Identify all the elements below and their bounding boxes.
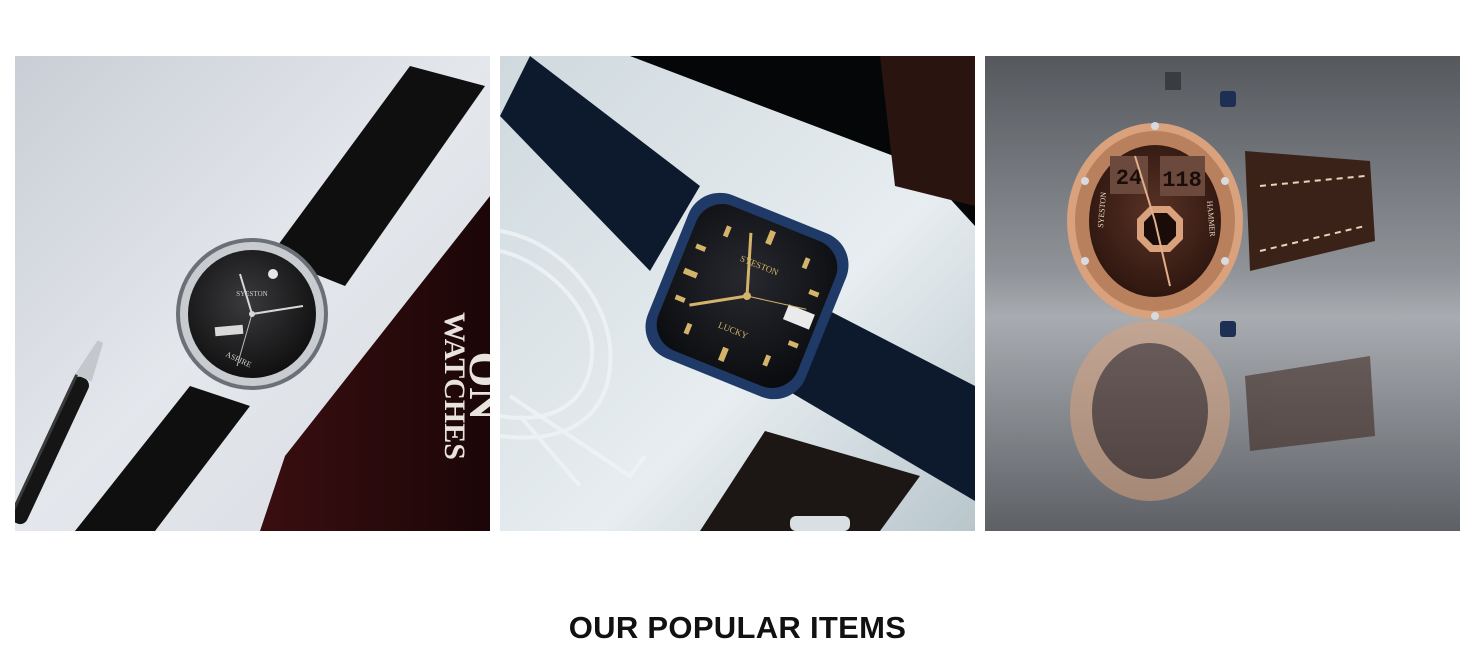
dial-brand-1: SYESTON xyxy=(236,290,267,298)
gallery-image-blue-watch[interactable]: SYESTON LUCKY xyxy=(500,56,975,531)
black-watch-photo: WATCHES ON SYESTON ASPIRE xyxy=(15,56,490,531)
popular-items-heading: OUR POPULAR ITEMS xyxy=(568,610,907,645)
product-gallery: WATCHES ON SYESTON ASPIRE SYESTON LUCKY … xyxy=(15,56,1460,531)
gallery-image-rose-gold-watch[interactable]: 24 118 SYESTON HAMMER xyxy=(985,56,1460,531)
rose-gold-watch-photo: 24 118 SYESTON HAMMER xyxy=(985,56,1460,531)
digital-right-readout: 118 xyxy=(1162,168,1202,193)
gallery-image-black-watch[interactable]: WATCHES ON SYESTON ASPIRE xyxy=(15,56,490,531)
box-text-line2: ON xyxy=(460,352,490,421)
blue-watch-photo: SYESTON LUCKY xyxy=(500,56,975,531)
